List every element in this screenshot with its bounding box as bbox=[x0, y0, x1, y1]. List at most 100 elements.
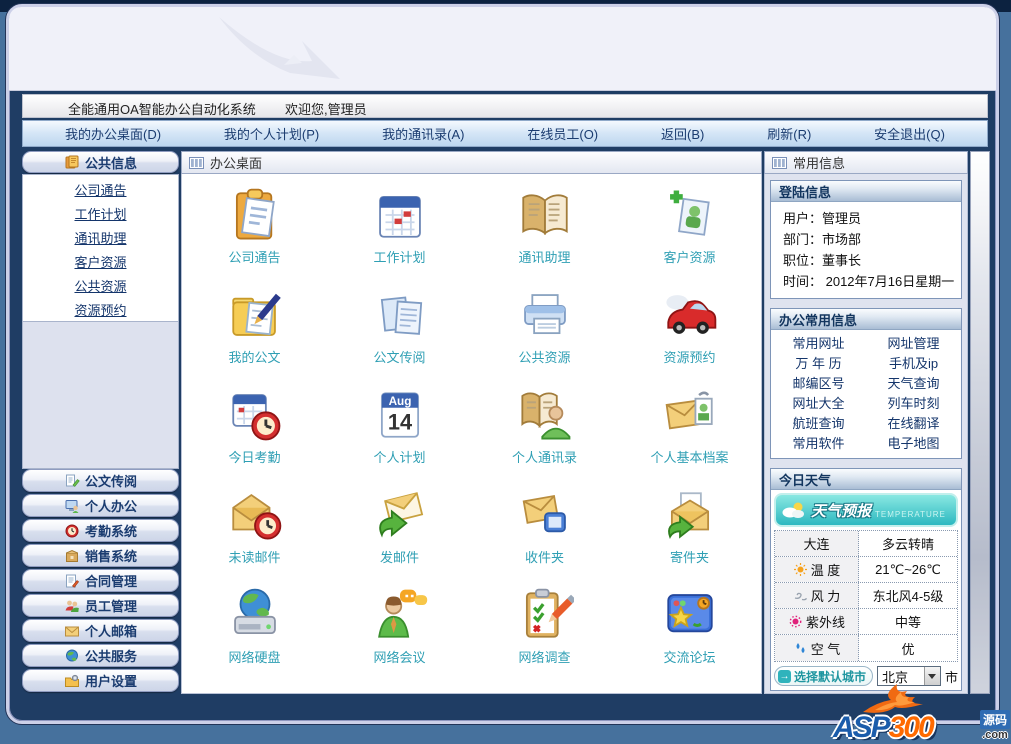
document-pencil-icon bbox=[65, 474, 80, 487]
sidebar-link-work-plan[interactable]: 工作计划 bbox=[23, 203, 178, 227]
sidebar-button-doc-circulation[interactable]: 公文传阅 bbox=[22, 469, 179, 492]
menu-item-back[interactable]: 返回(B) bbox=[661, 124, 704, 143]
sidebar-button-label: 员工管理 bbox=[84, 599, 137, 614]
weather-row-label: 紫外线 bbox=[805, 615, 845, 630]
menu-item-online-staff[interactable]: 在线员工(O) bbox=[527, 124, 598, 143]
weather-box: 今日天气 天气预报 TEMPERATURE 大连 多云转晴 温 度 21℃~26… bbox=[770, 468, 962, 691]
sidebar-button-label: 个人邮箱 bbox=[84, 624, 137, 639]
common-link[interactable]: 列车时刻 bbox=[866, 394, 961, 414]
menu-item-contacts[interactable]: 我的通讯录(A) bbox=[382, 124, 464, 143]
common-link[interactable]: 网址管理 bbox=[866, 334, 961, 354]
watermark-asp: ASP bbox=[833, 711, 891, 744]
watermark-com: .com bbox=[982, 729, 1008, 741]
monitor-person-icon bbox=[65, 499, 79, 513]
menu-item-office-desktop[interactable]: 我的办公桌面(D) bbox=[65, 124, 161, 143]
sidebar-button-personal-office[interactable]: 个人办公 bbox=[22, 494, 179, 517]
uv-icon bbox=[789, 615, 802, 628]
weather-row-wind: 风 力 东北风4-5级 bbox=[775, 583, 957, 609]
desktop-item-personal-plan[interactable]: Aug 14 个人计划 bbox=[327, 384, 472, 484]
common-link[interactable]: 邮编区号 bbox=[771, 374, 866, 394]
login-info-box: 登陆信息 用户：管理员 部门：市场部 职位：董事长 时间： 2012年7月16日… bbox=[770, 180, 962, 299]
desktop-item-public-resource[interactable]: 公共资源 bbox=[472, 284, 617, 384]
desktop-item-doc-circulation[interactable]: 公文传阅 bbox=[327, 284, 472, 384]
desktop-item-personal-profile[interactable]: 个人基本档案 bbox=[617, 384, 761, 484]
weather-banner-label: 天气预报 bbox=[811, 502, 872, 520]
weather-row-city: 大连 多云转晴 bbox=[775, 531, 957, 557]
sidebar-link-customer-resource[interactable]: 客户资源 bbox=[23, 251, 178, 275]
customer-card-icon bbox=[661, 184, 719, 244]
sidebar-button-label: 公共服务 bbox=[84, 649, 137, 664]
desktop-item-forum[interactable]: 交流论坛 bbox=[617, 584, 761, 684]
desktop-item-resource-booking[interactable]: 资源预约 bbox=[617, 284, 761, 384]
sidebar-button-staff-management[interactable]: 员工管理 bbox=[22, 594, 179, 617]
desktop-item-send-mail[interactable]: 发邮件 bbox=[327, 484, 472, 584]
desktop-item-outbox[interactable]: 寄件夹 bbox=[617, 484, 761, 584]
desktop-item-customer-resource[interactable]: 客户资源 bbox=[617, 184, 761, 284]
desktop-item-unread-mail[interactable]: 未读邮件 bbox=[182, 484, 327, 584]
envelope-icon bbox=[64, 626, 79, 636]
desktop-item-label: 个人通讯录 bbox=[511, 450, 577, 465]
weather-city-name: 大连 bbox=[803, 537, 830, 552]
address-book-icon bbox=[516, 184, 574, 244]
sidebar-link-contact-assistant[interactable]: 通讯助理 bbox=[23, 227, 178, 251]
desktop-panel-header: 办公桌面 bbox=[181, 151, 762, 174]
weather-row-uv: 紫外线 中等 bbox=[775, 609, 957, 635]
menu-item-personal-plan[interactable]: 我的个人计划(P) bbox=[224, 124, 319, 143]
menu-item-logout[interactable]: 安全退出(Q) bbox=[874, 124, 945, 143]
desktop-item-inbox[interactable]: 收件夹 bbox=[472, 484, 617, 584]
desktop-item-contact-assistant[interactable]: 通讯助理 bbox=[472, 184, 617, 284]
desktop-item-label: 网络会议 bbox=[373, 650, 426, 665]
desktop-body: 公司通告 工作计划 通讯助理 客户资源 我的公文 公文传阅 公共资源 资源预约 … bbox=[181, 174, 762, 694]
arrow-right-icon: → bbox=[778, 669, 791, 683]
sidebar-link-public-resource[interactable]: 公共资源 bbox=[23, 275, 178, 299]
desktop-item-network-disk[interactable]: 网络硬盘 bbox=[182, 584, 327, 684]
sidebar-button-user-settings[interactable]: 用户设置 bbox=[22, 669, 179, 692]
calendar-clock-icon bbox=[226, 384, 284, 444]
common-link[interactable]: 天气查询 bbox=[866, 374, 961, 394]
common-link[interactable]: 在线翻译 bbox=[866, 414, 961, 434]
desktop-panel-title: 办公桌面 bbox=[210, 156, 263, 171]
desktop-panel: 办公桌面 公司通告 工作计划 通讯助理 客户资源 我的公文 公文传阅 公共资源 … bbox=[181, 151, 762, 694]
watermark-yuanma: 源码 bbox=[979, 710, 1010, 729]
desktop-item-my-documents[interactable]: 我的公文 bbox=[182, 284, 327, 384]
survey-icon bbox=[516, 584, 574, 644]
desktop-item-company-notice[interactable]: 公司通告 bbox=[182, 184, 327, 284]
desktop-item-net-meeting[interactable]: 网络会议 bbox=[327, 584, 472, 684]
sidebar-section-public-info[interactable]: 公共信息 bbox=[22, 151, 179, 173]
weather-condition: 多云转晴 bbox=[881, 537, 934, 552]
common-link[interactable]: 手机及ip bbox=[866, 354, 961, 374]
sidebar-link-resource-booking[interactable]: 资源预约 bbox=[23, 299, 178, 323]
desktop-item-label: 个人计划 bbox=[373, 450, 426, 465]
sidebar-button-attendance-system[interactable]: 考勤系统 bbox=[22, 519, 179, 542]
desktop-item-label: 通讯助理 bbox=[518, 250, 571, 265]
menu-item-refresh[interactable]: 刷新(R) bbox=[767, 124, 811, 143]
left-sidebar: 公共信息 公司通告 工作计划 通讯助理 客户资源 公共资源 资源预约 公文传阅 bbox=[22, 151, 179, 694]
office-common-header: 办公常用信息 bbox=[771, 309, 961, 330]
common-link[interactable]: 常用软件 bbox=[771, 434, 866, 454]
desktop-item-label: 网络硬盘 bbox=[228, 650, 281, 665]
sidebar-button-personal-mailbox[interactable]: 个人邮箱 bbox=[22, 619, 179, 642]
desktop-item-today-attendance[interactable]: 今日考勤 bbox=[182, 384, 327, 484]
common-link[interactable]: 航班查询 bbox=[771, 414, 866, 434]
outbox-icon bbox=[661, 484, 719, 544]
sidebar-link-company-notice[interactable]: 公司通告 bbox=[23, 179, 178, 203]
weather-air-value: 优 bbox=[901, 641, 915, 657]
common-link[interactable]: 常用网址 bbox=[771, 334, 866, 354]
common-link[interactable]: 网址大全 bbox=[771, 394, 866, 414]
weather-forecast-banner: 天气预报 TEMPERATURE bbox=[774, 493, 958, 527]
sidebar-button-sales-system[interactable]: 销售系统 bbox=[22, 544, 179, 567]
common-link[interactable]: 电子地图 bbox=[866, 434, 961, 454]
sidebar-buttons: 公文传阅 个人办公 考勤系统 销售系统 合同管理 员工管理 个人邮箱 公共服务 … bbox=[22, 469, 179, 694]
sidebar-button-contract-management[interactable]: 合同管理 bbox=[22, 569, 179, 592]
common-link[interactable]: 万 年 历 bbox=[771, 354, 866, 374]
sidebar-button-label: 销售系统 bbox=[84, 549, 137, 564]
sidebar-button-public-service[interactable]: 公共服务 bbox=[22, 644, 179, 667]
desktop-item-label: 我的公文 bbox=[228, 350, 281, 365]
login-position: 职位：董事长 bbox=[783, 253, 862, 268]
sidebar-button-label: 考勤系统 bbox=[84, 524, 137, 539]
desktop-item-personal-contacts[interactable]: 个人通讯录 bbox=[472, 384, 617, 484]
desktop-item-net-survey[interactable]: 网络调查 bbox=[472, 584, 617, 684]
desktop-item-label: 今日考勤 bbox=[228, 450, 281, 465]
desktop-item-work-plan[interactable]: 工作计划 bbox=[327, 184, 472, 284]
send-mail-icon bbox=[371, 484, 429, 544]
